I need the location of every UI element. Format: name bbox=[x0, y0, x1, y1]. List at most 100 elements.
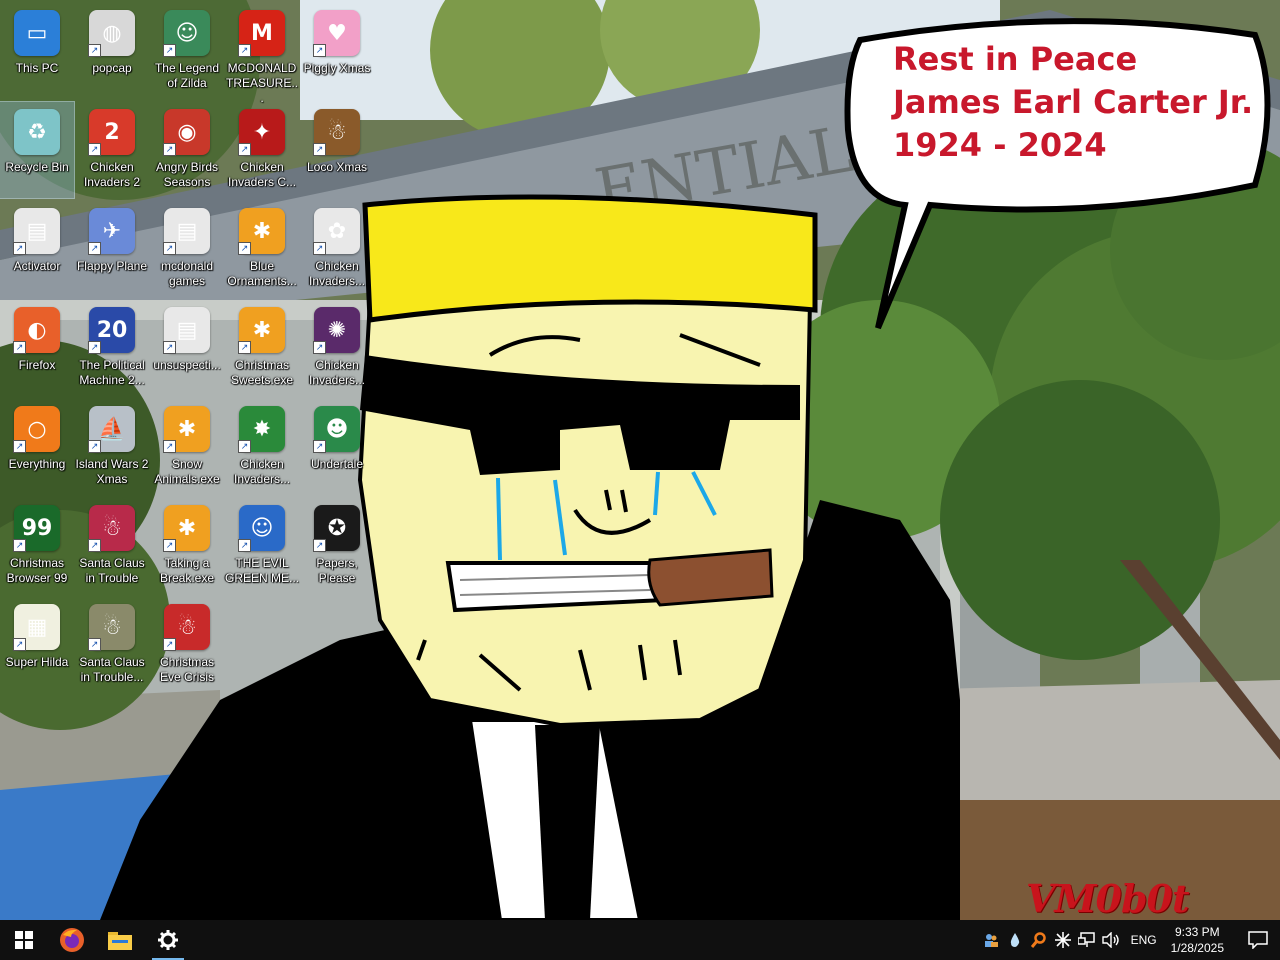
shortcut-arrow-icon: ↗ bbox=[163, 44, 176, 57]
desktop-icon[interactable]: ♻ Recycle Bin bbox=[0, 101, 75, 199]
shortcut-arrow-icon: ↗ bbox=[313, 44, 326, 57]
chicken-invaders-5-icon: ✸ ↗ bbox=[238, 405, 286, 453]
clock-date: 1/28/2025 bbox=[1170, 941, 1224, 955]
desktop-icon[interactable]: 20 ↗ The Political Machine 2... bbox=[75, 300, 149, 396]
taskbar-clock[interactable]: 9:33 PM 1/28/2025 bbox=[1165, 924, 1236, 956]
shortcut-arrow-icon: ↗ bbox=[238, 440, 251, 453]
desktop-icon[interactable]: ◐ ↗ Firefox bbox=[0, 300, 74, 396]
desktop-icon[interactable]: ✿ ↗ Chicken Invaders... bbox=[300, 201, 374, 297]
desktop-icon[interactable]: ◍ ↗ popcap bbox=[75, 3, 149, 99]
search-tray-icon[interactable] bbox=[1027, 920, 1051, 960]
desktop-icon-label: Flappy Plane bbox=[76, 259, 148, 273]
start-button[interactable] bbox=[0, 920, 48, 960]
desktop-icon-label: popcap bbox=[92, 61, 132, 75]
this-pc-icon: ▭ bbox=[13, 9, 61, 57]
desktop-icon-label: The Political Machine 2... bbox=[79, 358, 145, 387]
snow-animals-icon: ✱ ↗ bbox=[163, 405, 211, 453]
desktop-icon[interactable]: ▤ ↗ mcdonald games bbox=[150, 201, 224, 297]
desktop-icon[interactable]: ☺ ↗ The Legend of Zilda bbox=[150, 3, 224, 99]
shortcut-arrow-icon: ↗ bbox=[88, 638, 101, 651]
bubble-line-3: 1924 - 2024 bbox=[893, 126, 1107, 164]
shortcut-arrow-icon: ↗ bbox=[163, 143, 176, 156]
desktop-icon[interactable]: ✱ ↗ Christmas Sweets.exe bbox=[225, 300, 299, 396]
shortcut-arrow-icon: ↗ bbox=[88, 440, 101, 453]
desktop-icon[interactable]: ▦ ↗ Super Hilda bbox=[0, 597, 74, 693]
icon-glyph: ▭ bbox=[14, 10, 60, 56]
super-hilda-icon: ▦ ↗ bbox=[13, 603, 61, 651]
island-wars-icon: ⛵ ↗ bbox=[88, 405, 136, 453]
activator-icon: ▤ ↗ bbox=[13, 207, 61, 255]
shortcut-arrow-icon: ↗ bbox=[163, 341, 176, 354]
desktop-icon[interactable]: ⛵ ↗ Island Wars 2 Xmas bbox=[75, 399, 149, 495]
shortcut-arrow-icon: ↗ bbox=[88, 143, 101, 156]
firefox-taskbar-button[interactable] bbox=[48, 920, 96, 960]
windows-start-icon bbox=[15, 931, 33, 949]
desktop-icon[interactable]: ▤ ↗ unsuspecti... bbox=[150, 300, 224, 396]
desktop-icon-label: Loco Xmas bbox=[306, 160, 368, 174]
shortcut-arrow-icon: ↗ bbox=[13, 242, 26, 255]
desktop-icon[interactable]: 2 ↗ Chicken Invaders 2 bbox=[75, 102, 149, 198]
firefox-icon bbox=[60, 928, 84, 952]
desktop-icon[interactable]: ▭ This PC bbox=[0, 3, 74, 99]
magnifier-icon bbox=[1030, 932, 1046, 948]
speaker-icon bbox=[1101, 932, 1119, 948]
firefox-icon: ◐ ↗ bbox=[13, 306, 61, 354]
desktop-icon-label: MCDONALD TREASURE... bbox=[225, 61, 298, 105]
christmas-browser-icon: 99 ↗ bbox=[13, 504, 61, 552]
icon-glyph: ♻ bbox=[14, 109, 60, 155]
santa-claus-trouble-2-icon: ☃ ↗ bbox=[88, 603, 136, 651]
bubble-line-1: Rest in Peace bbox=[893, 40, 1138, 78]
desktop-icon[interactable]: ✱ ↗ Taking a Break.exe bbox=[150, 498, 224, 594]
users-icon bbox=[984, 934, 998, 947]
desktop-icon-label: Taking a Break.exe bbox=[159, 556, 215, 585]
network-users-tray-icon[interactable] bbox=[979, 920, 1003, 960]
input-language-indicator[interactable]: ENG bbox=[1123, 933, 1165, 947]
recycle-bin-icon: ♻ bbox=[13, 108, 61, 156]
desktop-icon-label: Blue Ornaments... bbox=[227, 259, 297, 288]
network-tray-icon[interactable] bbox=[1075, 920, 1099, 960]
watermark-text: VM0b0t bbox=[1026, 876, 1190, 920]
desktop-icon[interactable]: ✈ ↗ Flappy Plane bbox=[75, 201, 149, 297]
desktop-icon[interactable]: ✱ ↗ Blue Ornaments... bbox=[225, 201, 299, 297]
shortcut-arrow-icon: ↗ bbox=[313, 440, 326, 453]
shortcut-arrow-icon: ↗ bbox=[13, 341, 26, 354]
clock-time: 9:33 PM bbox=[1174, 925, 1220, 939]
desktop-icon[interactable]: ☃ ↗ Christmas Eve Crisis bbox=[150, 597, 224, 693]
shortcut-arrow-icon: ↗ bbox=[13, 539, 26, 552]
desktop-icon[interactable]: ☺ ↗ THE EVIL GREEN ME... bbox=[225, 498, 299, 594]
droplet-icon bbox=[1010, 933, 1019, 947]
sparkle-tray-icon[interactable] bbox=[1051, 920, 1075, 960]
system-tray: ENG 9:33 PM 1/28/2025 bbox=[979, 920, 1280, 960]
desktop-icon-label: Undertale bbox=[310, 457, 364, 471]
volume-tray-icon[interactable] bbox=[1099, 920, 1123, 960]
file-explorer-taskbar-button[interactable] bbox=[96, 920, 144, 960]
desktop-icon[interactable]: ☃ ↗ Loco Xmas bbox=[300, 102, 374, 198]
desktop-icon[interactable]: ✺ ↗ Chicken Invaders... bbox=[300, 300, 374, 396]
desktop-icon[interactable]: ☻ ↗ Undertale bbox=[300, 399, 374, 495]
shortcut-arrow-icon: ↗ bbox=[88, 242, 101, 255]
notification-icon bbox=[1248, 931, 1268, 949]
desktop-icon[interactable]: ✸ ↗ Chicken Invaders... bbox=[225, 399, 299, 495]
desktop-icon[interactable]: ◉ ↗ Angry Birds Seasons bbox=[150, 102, 224, 198]
desktop-icon[interactable]: ▤ ↗ Activator bbox=[0, 201, 74, 297]
desktop-icon[interactable]: ✦ ↗ Chicken Invaders C... bbox=[225, 102, 299, 198]
desktop-icon[interactable]: ♥ ↗ Piggly Xmas bbox=[300, 3, 374, 99]
desktop-icon[interactable]: ☃ ↗ Santa Claus in Trouble... bbox=[75, 597, 149, 693]
desktop-icon[interactable]: ☃ ↗ Santa Claus in Trouble bbox=[75, 498, 149, 594]
settings-taskbar-button[interactable] bbox=[144, 920, 192, 960]
taking-a-break-icon: ✱ ↗ bbox=[163, 504, 211, 552]
desktop-icon[interactable]: ✱ ↗ Snow Animals.exe bbox=[150, 399, 224, 495]
mcdonald-games-icon: ▤ ↗ bbox=[163, 207, 211, 255]
undertale-icon: ☻ ↗ bbox=[313, 405, 361, 453]
chicken-invaders-4-icon: ✺ ↗ bbox=[313, 306, 361, 354]
papers-please-icon: ✪ ↗ bbox=[313, 504, 361, 552]
desktop-icon[interactable]: ✪ ↗ Papers, Please bbox=[300, 498, 374, 594]
droplet-tray-icon[interactable] bbox=[1003, 920, 1027, 960]
desktop-icon-label: Snow Animals.exe bbox=[154, 457, 220, 486]
desktop-icon[interactable]: 99 ↗ Christmas Browser 99 bbox=[0, 498, 74, 594]
desktop-icon[interactable]: M ↗ MCDONALD TREASURE... bbox=[225, 3, 299, 105]
desktop-icon[interactable]: ○ ↗ Everything bbox=[0, 399, 74, 495]
shortcut-arrow-icon: ↗ bbox=[163, 242, 176, 255]
loco-xmas-icon: ☃ ↗ bbox=[313, 108, 361, 156]
action-center-button[interactable] bbox=[1236, 920, 1280, 960]
